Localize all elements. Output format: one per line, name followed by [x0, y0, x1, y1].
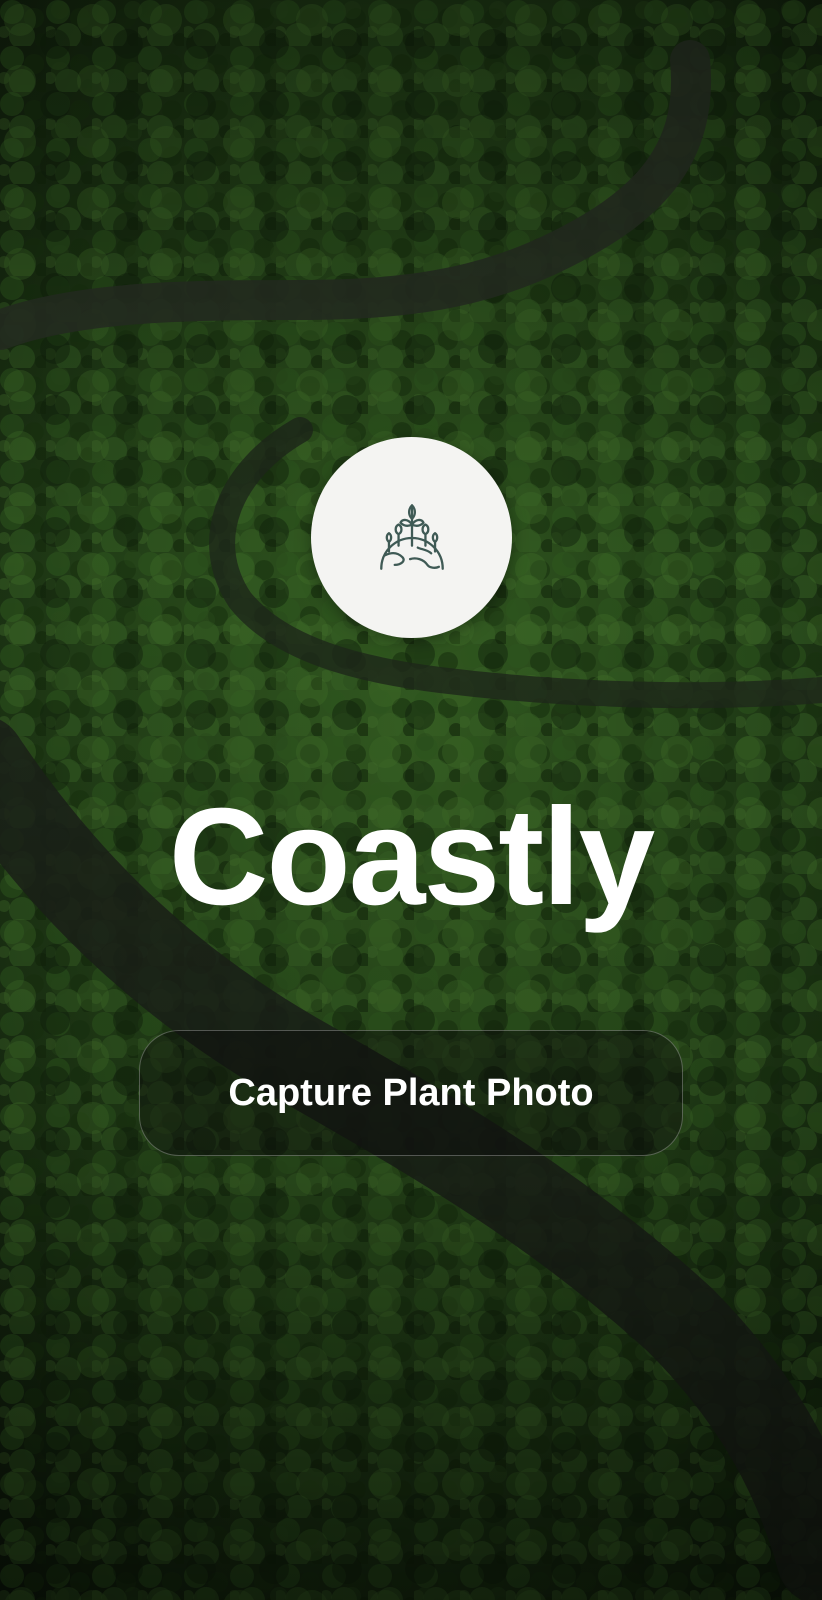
app-name: Coastly — [168, 780, 656, 934]
app-logo — [311, 437, 512, 638]
splash-screen: Coastly Capture Plant Photo — [0, 0, 822, 1600]
globe-sprout-icon — [379, 503, 444, 570]
capture-plant-photo-button[interactable]: Capture Plant Photo — [139, 1030, 683, 1156]
